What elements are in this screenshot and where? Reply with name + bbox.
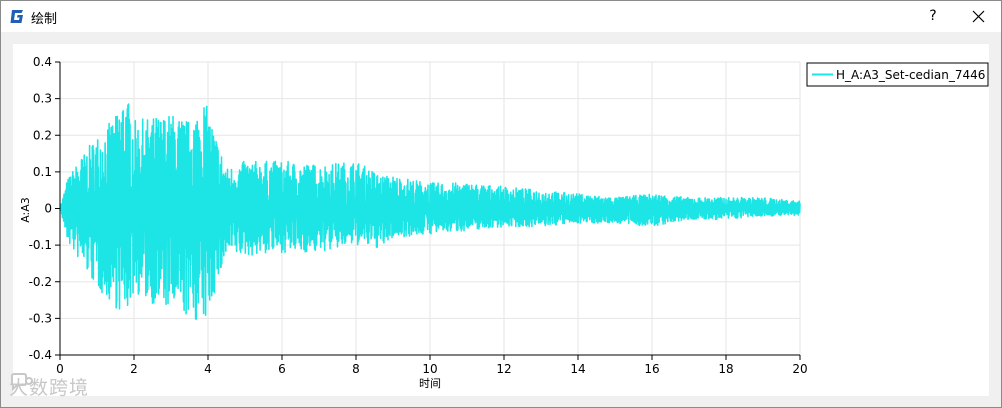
x-tick-label: 8 xyxy=(352,362,360,376)
close-button[interactable] xyxy=(963,4,993,29)
y-tick-label: 0.1 xyxy=(33,165,52,179)
y-tick-labels: 0.4 0.3 0.2 0.1 0 -0.1 -0.2 -0.3 -0.4 xyxy=(29,55,52,362)
plot-window: 绘制 ? 0 2 4 6 8 10 12 14 16 18 20 0.4 0.3 0.2 0.1 0 -0.1… xyxy=(0,0,1002,408)
y-axis-label: A:A3 xyxy=(19,197,32,223)
x-tick-label: 14 xyxy=(570,362,585,376)
x-axis-label: 时间 xyxy=(419,377,441,390)
title-bar[interactable]: 绘制 ? xyxy=(1,1,1001,32)
x-tick-label: 16 xyxy=(644,362,659,376)
x-tick-label: 2 xyxy=(130,362,138,376)
legend-label: H_A:A3_Set-cedian_7446 xyxy=(836,68,985,82)
y-tick-label: -0.2 xyxy=(29,275,52,289)
window-title: 绘制 xyxy=(31,12,58,27)
y-tick-label: 0.2 xyxy=(33,128,52,142)
app-logo-icon xyxy=(10,10,23,23)
y-tick-label: 0.4 xyxy=(33,55,52,69)
x-tick-label: 10 xyxy=(422,362,437,376)
y-tick-label: -0.3 xyxy=(29,311,52,325)
chart-legend[interactable]: H_A:A3_Set-cedian_7446 xyxy=(806,62,989,87)
plot-panel: 0 2 4 6 8 10 12 14 16 18 20 0.4 0.3 0.2 0.1 0 -0.1 -0.2 -… xyxy=(13,44,989,396)
close-icon xyxy=(972,10,985,23)
x-tick-label: 6 xyxy=(278,362,286,376)
x-tick-label: 4 xyxy=(204,362,212,376)
x-tick-label: 12 xyxy=(496,362,511,376)
help-button[interactable]: ? xyxy=(919,4,947,29)
watermark: 大数跨境 xyxy=(9,373,89,400)
x-tick-label: 20 xyxy=(792,362,807,376)
x-tick-label: 18 xyxy=(718,362,733,376)
y-tick-label: -0.1 xyxy=(29,238,52,252)
chat-bubble-icon xyxy=(11,373,33,392)
y-tick-label: 0.3 xyxy=(33,92,52,106)
y-tick-label: 0 xyxy=(44,202,52,216)
x-tick-labels: 0 2 4 6 8 10 12 14 16 18 20 xyxy=(56,362,807,376)
y-tick-label: -0.4 xyxy=(29,348,52,362)
line-chart[interactable]: 0 2 4 6 8 10 12 14 16 18 20 0.4 0.3 0.2 0.1 0 -0.1 -0.2 -… xyxy=(13,44,989,396)
